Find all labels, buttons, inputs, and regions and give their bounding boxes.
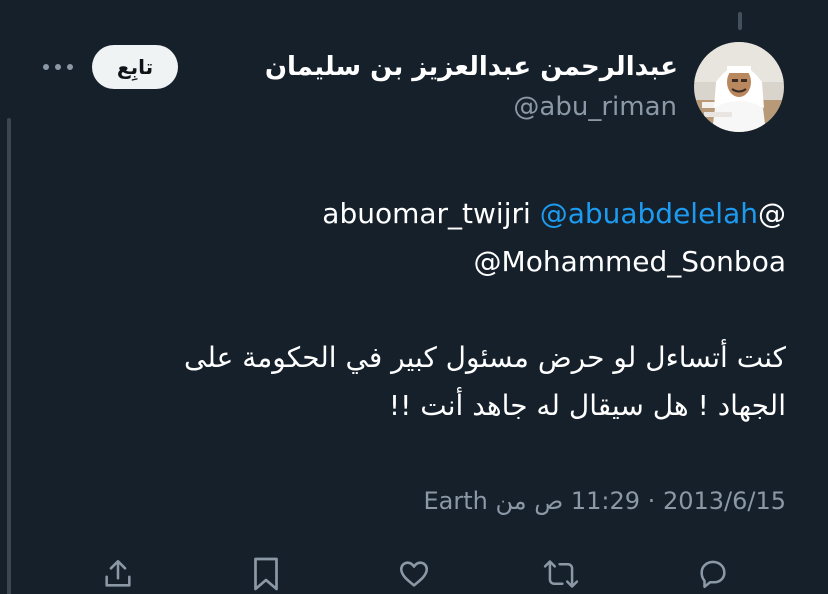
- scrollbar[interactable]: [7, 118, 11, 594]
- share-icon: [105, 559, 131, 587]
- follow-button[interactable]: تابِع: [92, 45, 178, 89]
- bookmark-button[interactable]: [246, 554, 286, 594]
- retweet-icon: [543, 560, 579, 588]
- avatar[interactable]: [694, 42, 784, 132]
- tweet-line-mention-2: @Mohammed_Sonboa: [473, 245, 786, 278]
- more-options-button[interactable]: [40, 55, 76, 79]
- tweet-timestamp-source[interactable]: 2013/6/15 · 11:29 ص من Earth: [423, 483, 786, 519]
- reply-icon: [700, 560, 726, 589]
- reply-button[interactable]: [693, 554, 733, 594]
- tweet-line-arabic-2: الجهاد ! هل سيقال له جاهد أنت !!: [388, 389, 786, 422]
- author-handle[interactable]: @abu_riman: [513, 90, 677, 124]
- bookmark-icon: [254, 557, 278, 591]
- heart-icon: [399, 561, 429, 587]
- more-dots-icon: [43, 64, 73, 70]
- share-button[interactable]: [98, 554, 138, 594]
- mention-link[interactable]: @abuabdelelah: [540, 197, 758, 230]
- tweet-line-mentions: abuomar_twijri @abuabdelelah@: [66, 190, 786, 238]
- tweet-text-segment: @: [758, 197, 786, 230]
- tweet-action-bar: [0, 548, 828, 594]
- retweet-button[interactable]: [541, 554, 581, 594]
- author-display-name[interactable]: عبدالرحمن عبدالعزيز بن سليمان: [238, 50, 678, 84]
- thread-connector: [738, 12, 742, 30]
- avatar-photo-icon: [694, 42, 784, 132]
- tweet-text-segment: abuomar_twijri: [322, 197, 540, 230]
- like-button[interactable]: [394, 554, 434, 594]
- tweet-line-arabic-1: كنت أتساءل لو حرض مسئول كبير في الحكومة …: [184, 341, 786, 374]
- tweet-detail-page: عبدالرحمن عبدالعزيز بن سليمان @abu_riman…: [0, 0, 828, 594]
- tweet-body: abuomar_twijri @abuabdelelah@ @Mohammed_…: [66, 190, 786, 430]
